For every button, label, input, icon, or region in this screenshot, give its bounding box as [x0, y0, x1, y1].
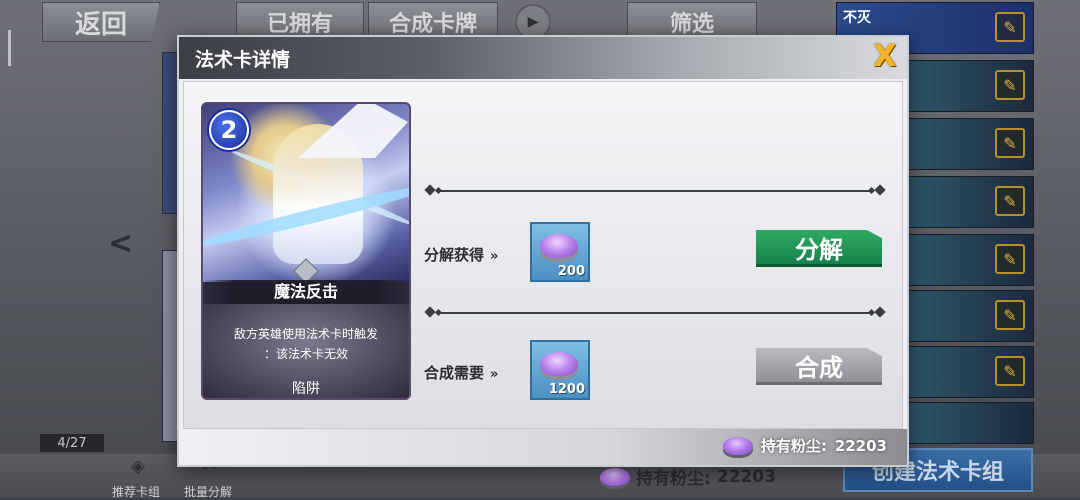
edit-icon[interactable]: ✎ — [995, 244, 1025, 274]
card-description-line: ：该法术卡无效 — [263, 347, 348, 361]
back-button[interactable]: 返回 — [42, 2, 160, 42]
deck-item[interactable]: ✎ — [900, 346, 1034, 398]
dust-value: 22203 — [834, 436, 887, 455]
card-type: 陷阱 — [292, 381, 320, 397]
decompose-dust-amount: 200 — [557, 264, 585, 279]
card-description-line: 敌方英雄使用法术卡时触发 — [233, 327, 378, 341]
dust-counter: 持有粉尘: 22203 — [722, 435, 887, 456]
modal-body: 2 魔法反击 敌方英雄使用法术卡时触发 ：该法术卡无效 陷阱 分解获得 » 200… — [183, 81, 903, 429]
deck-name: 不灭 — [843, 10, 871, 26]
spell-card: 2 魔法反击 敌方英雄使用法术卡时触发 ：该法术卡无效 陷阱 — [201, 102, 411, 400]
edit-icon[interactable]: ✎ — [995, 128, 1025, 158]
dust-crystal-icon — [722, 436, 753, 455]
deck-item[interactable]: ✎ — [900, 118, 1034, 170]
compose-button-label: 合成 — [795, 353, 843, 382]
deck-item[interactable]: ✎ — [900, 60, 1034, 112]
edit-icon[interactable]: ✎ — [995, 300, 1025, 330]
card-name: 魔法反击 — [203, 280, 409, 304]
compose-dust-amount: 1200 — [548, 382, 585, 397]
card-description-area: 敌方英雄使用法术卡时触发 ：该法术卡无效 陷阱 — [203, 304, 409, 398]
section-divider — [424, 184, 886, 196]
card-description: 敌方英雄使用法术卡时触发 ：该法术卡无效 — [211, 324, 401, 364]
page-left-arrow-icon[interactable]: < — [108, 226, 148, 261]
close-icon[interactable]: X — [871, 42, 899, 72]
deck-list: ✎ ✎ ✎ ✎ ✎ ✎ — [900, 0, 1040, 498]
decompose-gain-label: 分解获得 » — [424, 244, 498, 265]
modal-header: 法术卡详情 X — [179, 37, 907, 79]
modal-title: 法术卡详情 — [195, 49, 291, 71]
dust-value: 22203 — [716, 466, 776, 487]
dust-label: 持有粉尘: — [760, 437, 827, 455]
deck-item[interactable]: ✎ — [900, 290, 1034, 342]
background-dust-counter: 持有粉尘: 22203 — [600, 464, 776, 489]
decompose-gain-text: 分解获得 — [424, 246, 485, 264]
section-divider — [424, 306, 886, 318]
dust-crystal-icon — [540, 234, 578, 258]
spell-card-detail-modal: 法术卡详情 X 2 魔法反击 敌方英雄使用法术卡时触发 ：该法术卡无效 陷阱 分… — [177, 35, 909, 467]
card-count: 4/27 — [40, 434, 104, 452]
recommend-deck-label[interactable]: 推荐卡组 — [112, 483, 160, 500]
compose-cost-label: 合成需要 » — [424, 362, 498, 383]
decompose-dust-reward: 200 — [530, 222, 590, 282]
double-chevron-right-icon: » — [490, 249, 499, 264]
modal-footer: 持有粉尘: 22203 — [179, 429, 907, 465]
deck-item[interactable]: ✎ — [900, 176, 1034, 228]
dust-label: 持有粉尘: — [636, 469, 711, 489]
edit-icon[interactable]: ✎ — [995, 356, 1025, 386]
left-indicator — [8, 30, 11, 66]
compose-button[interactable]: 合成 — [756, 348, 882, 385]
edit-icon[interactable]: ✎ — [995, 186, 1025, 216]
batch-decompose-label[interactable]: 批量分解 — [184, 483, 232, 500]
deck-item[interactable]: ✎ — [900, 234, 1034, 286]
double-chevron-right-icon: » — [490, 367, 499, 382]
decompose-button-label: 分解 — [795, 235, 843, 264]
deck-item[interactable] — [900, 402, 1034, 444]
decompose-button[interactable]: 分解 — [756, 230, 882, 267]
recommend-deck-icon[interactable]: ◈ — [120, 456, 156, 477]
edit-icon[interactable]: ✎ — [995, 70, 1025, 100]
compose-cost-text: 合成需要 — [424, 364, 485, 382]
card-cost-badge: 2 — [209, 110, 249, 150]
dust-crystal-icon — [540, 352, 578, 376]
dust-crystal-icon — [600, 467, 630, 486]
compose-dust-cost: 1200 — [530, 340, 590, 400]
